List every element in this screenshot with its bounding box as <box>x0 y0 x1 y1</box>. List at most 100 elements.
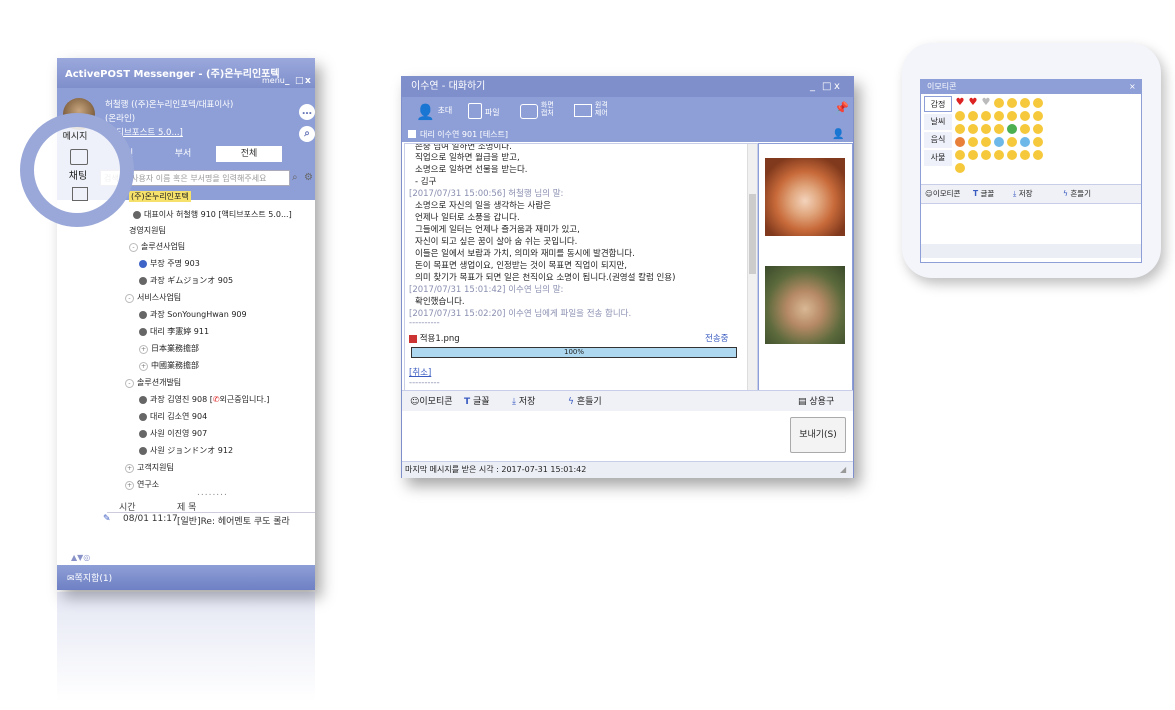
tree-item-group[interactable]: + 中國業務擔部 <box>139 360 199 371</box>
smiley-icon[interactable] <box>968 137 978 147</box>
tree-item-group[interactable]: - 서비스사업팀 <box>125 292 181 303</box>
emoticon-category-emotion[interactable]: 감정 <box>924 96 952 112</box>
angry-smiley-icon[interactable] <box>955 137 965 147</box>
smiley-icon[interactable] <box>1020 124 1030 134</box>
tree-item-group[interactable]: + 日本業務擔部 <box>139 343 199 354</box>
smiley-icon[interactable] <box>968 111 978 121</box>
expand-icon[interactable]: + <box>125 464 134 473</box>
tree-item-person[interactable]: 과장 SonYoungHwan 909 <box>139 309 247 320</box>
file-button[interactable]: 파일 <box>468 103 500 122</box>
save-button[interactable]: ⤓ 저장 <box>1013 185 1033 203</box>
tree-item-person[interactable]: 사원 이진영 907 <box>139 428 207 439</box>
emoticon-category-objects[interactable]: 사물 <box>924 150 952 166</box>
scrollbar-thumb[interactable] <box>749 194 756 274</box>
scroll-arrows-icon[interactable]: ▲▼◎ <box>71 553 90 562</box>
phrases-button[interactable]: ▤ 상용구 <box>798 394 834 407</box>
smiley-icon[interactable] <box>981 111 991 121</box>
close-button[interactable]: x <box>305 76 311 86</box>
emoticon-category-food[interactable]: 음식 <box>924 132 952 148</box>
smiley-icon[interactable] <box>1007 111 1017 121</box>
user-icon[interactable]: 👤 <box>832 127 844 142</box>
smiley-icon[interactable] <box>1007 137 1017 147</box>
save-button[interactable]: ⤓ 저장 <box>512 394 535 407</box>
invite-button[interactable]: 👤 초대 <box>416 103 452 121</box>
collapse-icon[interactable]: - <box>125 294 134 303</box>
smiley-icon[interactable] <box>994 124 1004 134</box>
tree-item-person[interactable]: 대리 김소연 904 <box>139 411 207 422</box>
tree-item-person[interactable]: 대표이사 허철행 910 [액티브포스트 5.0...] <box>133 209 292 220</box>
cool-smiley-icon[interactable] <box>1033 98 1043 108</box>
tree-item-person[interactable]: 과장 ギムジョンオ 905 <box>139 275 233 286</box>
smiley-icon[interactable] <box>968 150 978 160</box>
mail-col-subject[interactable]: 제 목 <box>177 500 196 513</box>
send-button[interactable]: 보내기(S) <box>790 417 846 453</box>
close-button[interactable]: x <box>834 77 840 97</box>
tree-item-group[interactable]: + 연구소 <box>125 479 159 490</box>
scrollbar[interactable] <box>747 144 757 390</box>
heart-icon[interactable]: ♥ <box>968 98 978 108</box>
maximize-button[interactable]: □ <box>295 76 304 86</box>
remote-control-button[interactable]: 원격 제어 <box>574 101 613 118</box>
tree-item-person[interactable]: 과장 김영진 908 [✆외근중입니다.] <box>139 394 269 405</box>
smiley-icon[interactable] <box>994 150 1004 160</box>
collapse-icon[interactable]: - <box>129 243 138 252</box>
shake-button[interactable]: ϟ 흔들기 <box>1063 185 1091 203</box>
chat-titlebar[interactable]: 이수연 - 대화하기 _ □ x <box>402 77 853 97</box>
emoticon-button[interactable]: ☺이모티콘 <box>410 394 453 407</box>
minimize-button[interactable]: _ <box>810 77 815 97</box>
smiley-icon[interactable] <box>1020 150 1030 160</box>
smiley-icon[interactable] <box>1033 137 1043 147</box>
tree-item-org[interactable]: (주)온누리인포텍 <box>129 191 191 202</box>
smiley-icon[interactable] <box>1033 111 1043 121</box>
tab-department[interactable]: 부서 <box>158 146 208 162</box>
expand-icon[interactable]: + <box>139 345 148 354</box>
smiley-icon[interactable] <box>1033 124 1043 134</box>
sick-smiley-icon[interactable] <box>1007 124 1017 134</box>
messenger-titlebar[interactable]: ActivePOST Messenger - (주)온누리인포텍 menu _ … <box>57 58 315 88</box>
tree-item-group[interactable]: - 솔루션사업팀 <box>129 241 185 252</box>
smiley-icon[interactable] <box>981 150 991 160</box>
mail-col-time[interactable]: 시간 <box>119 500 136 513</box>
smiley-icon[interactable] <box>1020 98 1030 108</box>
smiley-icon[interactable] <box>955 163 965 173</box>
emoticon-titlebar[interactable]: 이모티콘 × <box>921 80 1141 94</box>
heart-icon[interactable]: ♥ <box>955 98 965 108</box>
participant-label[interactable]: 대리 이수연 901 [테스트] <box>420 127 508 142</box>
cold-smiley-icon[interactable] <box>994 137 1004 147</box>
side-item-message[interactable]: 메시지 <box>60 129 90 143</box>
cancel-link[interactable]: [취소] <box>409 366 431 378</box>
smiley-icon[interactable] <box>968 124 978 134</box>
tree-item-person[interactable]: 부장 주명 903 <box>139 258 200 269</box>
search-icon[interactable]: ⌕ <box>292 172 298 183</box>
chat-log[interactable]: 존중 님여 일하면 소명이다. 직업으로 일하면 월급을 받고, 소명으로 일하… <box>404 143 758 391</box>
broken-heart-icon[interactable]: ♥ <box>981 98 991 108</box>
smiley-icon[interactable] <box>981 124 991 134</box>
maximize-button[interactable]: □ <box>822 77 831 97</box>
smiley-icon[interactable] <box>1033 150 1043 160</box>
search-icon[interactable]: ⌕ <box>299 126 315 142</box>
screen-capture-button[interactable]: 화면 캡처 <box>520 101 559 119</box>
smiley-icon[interactable] <box>1020 111 1030 121</box>
message-input[interactable] <box>402 411 853 461</box>
shake-button[interactable]: ϟ 흔들기 <box>568 394 602 407</box>
smiley-icon[interactable] <box>981 137 991 147</box>
emoticon-category-weather[interactable]: 날씨 <box>924 114 952 130</box>
smiley-icon[interactable] <box>955 124 965 134</box>
memo-box-button[interactable]: ✉쪽지함(1) <box>67 571 112 584</box>
tree-item-person[interactable]: 사원 ジョンドンオ 912 <box>139 445 233 456</box>
expand-icon[interactable]: + <box>125 481 134 490</box>
collapse-icon[interactable]: - <box>125 379 134 388</box>
side-item-chat[interactable]: 채팅 <box>62 167 94 182</box>
font-button[interactable]: T 글꼴 <box>464 394 490 407</box>
mail-row[interactable]: ✎ 08/01 11:17 [일반]Re: 헤어멘토 쿠도 롤라 <box>103 514 315 527</box>
splitter-handle[interactable]: ........ <box>197 488 228 498</box>
gear-icon[interactable]: ⚙ <box>304 172 313 183</box>
tree-item-person[interactable]: 대리 李憲婷 911 <box>139 326 209 337</box>
smiley-icon[interactable] <box>994 111 1004 121</box>
pin-icon[interactable]: 📌 <box>834 101 849 115</box>
smiley-icon[interactable] <box>1007 98 1017 108</box>
tree-item-group[interactable]: - 솔루션개발팀 <box>125 377 181 388</box>
menu-button[interactable]: menu <box>262 76 285 85</box>
smiley-icon[interactable] <box>955 111 965 121</box>
tree-item-group[interactable]: 경영지원팀 <box>129 225 166 236</box>
